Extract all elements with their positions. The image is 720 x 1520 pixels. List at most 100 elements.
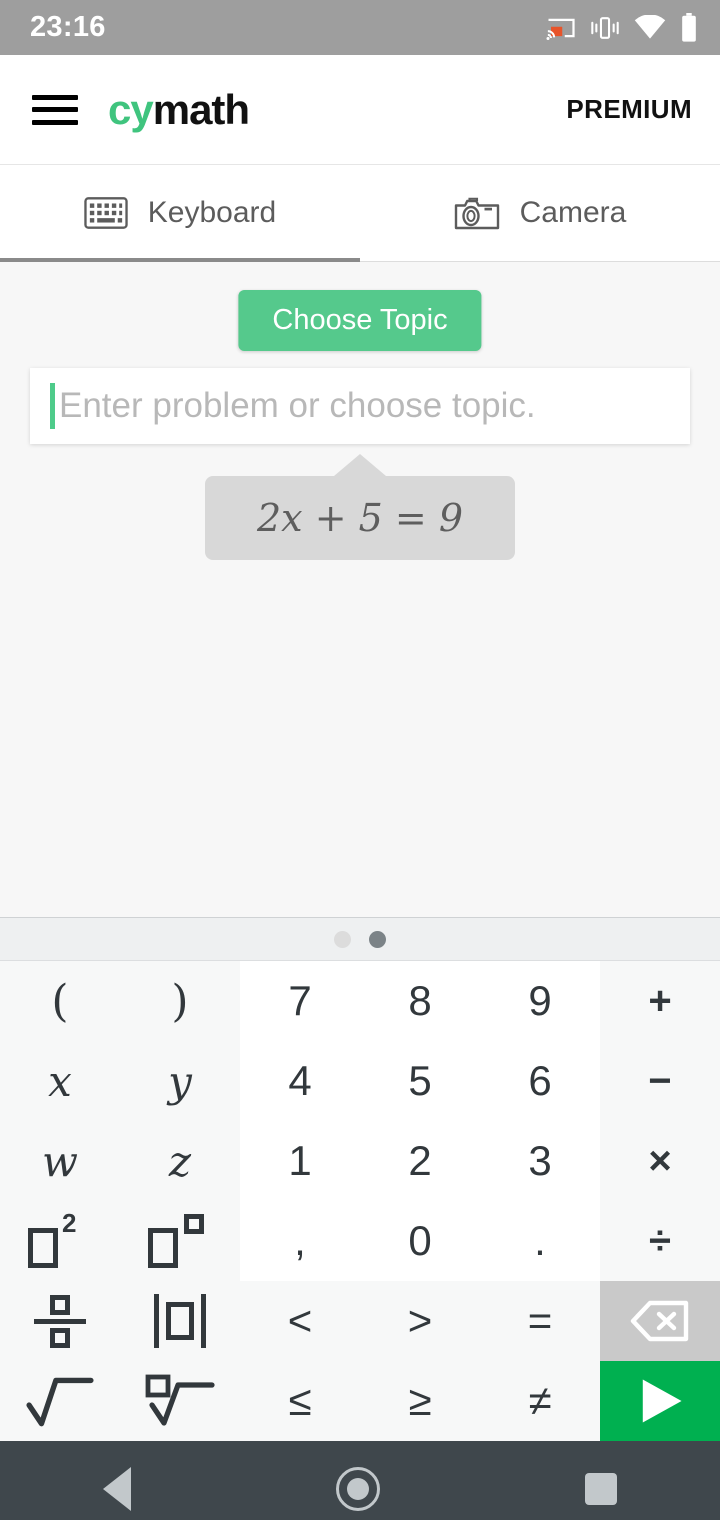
math-keyboard: ( ) x y w z 2 7 8 9 4 5 6 1 2 3 , 0 . < … bbox=[0, 961, 720, 1441]
cast-icon bbox=[546, 18, 575, 40]
problem-input-placeholder: Enter problem or choose topic. bbox=[59, 386, 536, 425]
key-close-paren[interactable]: ) bbox=[120, 961, 240, 1041]
keyboard-row: < > = bbox=[240, 1281, 600, 1361]
key-not-equal[interactable]: ≠ bbox=[480, 1361, 600, 1441]
keyboard-row: ≤ ≥ ≠ bbox=[240, 1361, 600, 1441]
keyboard-row bbox=[0, 1281, 240, 1361]
generic-power-icon bbox=[148, 1214, 212, 1268]
backspace-icon bbox=[630, 1300, 689, 1342]
key-comma[interactable]: , bbox=[240, 1201, 360, 1281]
home-dot bbox=[346, 1478, 369, 1500]
key-less-or-equal[interactable]: ≤ bbox=[240, 1361, 360, 1441]
camera-icon bbox=[454, 197, 499, 230]
back-nav-icon[interactable] bbox=[102, 1467, 131, 1511]
status-time: 23:16 bbox=[30, 11, 106, 43]
key-less-than[interactable]: < bbox=[240, 1281, 360, 1361]
keyboard-left-section: ( ) x y w z 2 bbox=[0, 961, 240, 1441]
key-square-power[interactable]: 2 bbox=[0, 1201, 120, 1281]
key-equals[interactable]: = bbox=[480, 1281, 600, 1361]
nth-root-icon bbox=[145, 1374, 215, 1426]
suggestion-bubble[interactable]: 2x + 5 = 9 bbox=[204, 476, 516, 560]
keyboard-row bbox=[0, 1361, 240, 1441]
keyboard-number-section: 7 8 9 4 5 6 1 2 3 , 0 . < > = ≤ ≥ ≠ bbox=[240, 961, 600, 1441]
keyboard-row: 4 5 6 bbox=[240, 1041, 600, 1121]
keyboard-row: 1 2 3 bbox=[240, 1121, 600, 1201]
fraction-icon bbox=[34, 1294, 86, 1348]
play-submit-icon bbox=[642, 1379, 682, 1423]
key-multiply[interactable]: × bbox=[600, 1121, 720, 1201]
tab-keyboard[interactable]: Keyboard bbox=[0, 165, 360, 262]
key-decimal-point[interactable]: . bbox=[480, 1201, 600, 1281]
hamburger-menu-icon[interactable] bbox=[32, 94, 78, 125]
key-variable-x[interactable]: x bbox=[0, 1041, 120, 1121]
tab-keyboard-label: Keyboard bbox=[147, 196, 277, 229]
hamburger-line bbox=[32, 119, 78, 125]
key-7[interactable]: 7 bbox=[240, 961, 360, 1041]
suggestion-arrow-icon bbox=[334, 454, 386, 476]
absolute-value-icon bbox=[154, 1294, 206, 1348]
key-submit[interactable] bbox=[600, 1361, 720, 1441]
key-divide[interactable]: ÷ bbox=[600, 1201, 720, 1281]
key-minus[interactable]: − bbox=[600, 1041, 720, 1121]
page-dot-1[interactable] bbox=[334, 930, 351, 948]
keyboard-row: x y bbox=[0, 1041, 240, 1121]
vibrate-icon bbox=[591, 16, 619, 39]
android-nav-bar bbox=[0, 1441, 720, 1520]
keyboard-row: ( ) bbox=[0, 961, 240, 1041]
key-absolute-value[interactable] bbox=[120, 1281, 240, 1361]
suggestion-rhs: 9 bbox=[438, 496, 464, 540]
app-bar: cymath PREMIUM bbox=[0, 55, 720, 165]
keyboard-row: 2 bbox=[0, 1201, 240, 1281]
key-variable-z[interactable]: z bbox=[120, 1121, 240, 1201]
key-5[interactable]: 5 bbox=[360, 1041, 480, 1121]
key-6[interactable]: 6 bbox=[480, 1041, 600, 1121]
problem-input-field[interactable]: Enter problem or choose topic. bbox=[30, 368, 690, 444]
tab-camera[interactable]: Camera bbox=[360, 165, 720, 261]
key-greater-or-equal[interactable]: ≥ bbox=[360, 1361, 480, 1441]
key-0[interactable]: 0 bbox=[360, 1201, 480, 1281]
main-content: Choose Topic Enter problem or choose top… bbox=[0, 262, 720, 917]
home-nav-icon[interactable] bbox=[335, 1467, 380, 1511]
battery-icon bbox=[682, 12, 696, 42]
key-8[interactable]: 8 bbox=[360, 961, 480, 1041]
key-fraction[interactable] bbox=[0, 1281, 120, 1361]
page-dot-2[interactable] bbox=[369, 930, 386, 948]
key-variable-w[interactable]: w bbox=[0, 1121, 120, 1201]
keyboard-row: , 0 . bbox=[240, 1201, 600, 1281]
app-logo[interactable]: cymath bbox=[108, 85, 250, 134]
keyboard-icon bbox=[84, 197, 128, 229]
key-variable-y[interactable]: y bbox=[120, 1041, 240, 1121]
text-caret bbox=[50, 383, 55, 429]
app-root: 23:16 cymath PREMIUM Keyboard Camera Cho… bbox=[0, 0, 720, 1520]
premium-button[interactable]: PREMIUM bbox=[566, 94, 692, 125]
suggestion-lhs-var: x bbox=[281, 496, 303, 540]
key-1[interactable]: 1 bbox=[240, 1121, 360, 1201]
recents-nav-icon[interactable] bbox=[585, 1473, 618, 1505]
suggestion-equals: = bbox=[394, 496, 427, 540]
tab-camera-label: Camera bbox=[519, 196, 627, 229]
key-square-root[interactable] bbox=[0, 1361, 120, 1441]
key-plus[interactable]: + bbox=[600, 961, 720, 1041]
key-open-paren[interactable]: ( bbox=[0, 961, 120, 1041]
logo-prefix: cy bbox=[108, 85, 154, 133]
hamburger-line bbox=[32, 107, 78, 112]
key-4[interactable]: 4 bbox=[240, 1041, 360, 1121]
status-icons bbox=[546, 12, 698, 43]
keyboard-row: 7 8 9 bbox=[240, 961, 600, 1041]
key-3[interactable]: 3 bbox=[480, 1121, 600, 1201]
suggestion-container: 2x + 5 = 9 bbox=[0, 454, 720, 560]
suggestion-lhs-const: 5 bbox=[358, 496, 383, 540]
choose-topic-button[interactable]: Choose Topic bbox=[238, 290, 482, 351]
key-nth-root[interactable] bbox=[120, 1361, 240, 1441]
key-generic-power[interactable] bbox=[120, 1201, 240, 1281]
key-9[interactable]: 9 bbox=[480, 961, 600, 1041]
keyboard-row: w z bbox=[0, 1121, 240, 1201]
hamburger-line bbox=[32, 94, 78, 100]
key-backspace[interactable] bbox=[600, 1281, 720, 1361]
square-power-icon: 2 bbox=[28, 1208, 92, 1268]
keyboard-page-indicator bbox=[0, 917, 720, 961]
key-2[interactable]: 2 bbox=[360, 1121, 480, 1201]
status-bar: 23:16 bbox=[0, 0, 720, 55]
logo-suffix: math bbox=[152, 85, 250, 133]
key-greater-than[interactable]: > bbox=[360, 1281, 480, 1361]
